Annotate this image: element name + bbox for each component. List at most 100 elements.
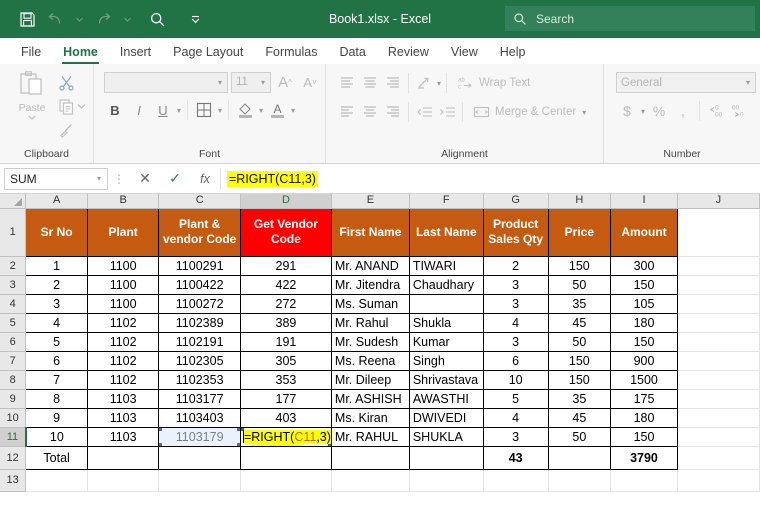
align-right-button[interactable] [382,101,404,123]
cell-f9[interactable]: AWASTHI [408,388,484,409]
cell-e6[interactable]: Mr. Sudesh [330,331,410,352]
cell-e11[interactable]: Mr. RAHUL [330,426,410,447]
cell-h6[interactable]: 50 [547,331,612,352]
font-name-chevron-down-icon[interactable]: ▾ [217,78,223,87]
cell-h13[interactable] [548,469,612,492]
tab-insert[interactable]: Insert [109,42,162,64]
column-header-g[interactable]: G [483,194,549,209]
cell-j6[interactable] [677,332,760,352]
row-header-4[interactable]: 4 [0,294,27,314]
cell-g7[interactable]: 6 [482,350,549,371]
tab-formulas[interactable]: Formulas [254,42,328,64]
cell-h9[interactable]: 35 [547,388,612,409]
fill-color-button[interactable] [234,99,256,121]
cell-g8[interactable]: 10 [482,369,549,390]
cell-a8[interactable]: 7 [25,369,88,390]
underline-chevron-down-icon[interactable]: ▾ [176,106,182,115]
percent-button[interactable]: % [648,100,670,122]
cancel-formula-button[interactable]: ✕ [130,168,160,190]
align-left-button[interactable] [336,101,358,123]
italic-button[interactable]: I [128,99,150,121]
cell-g13[interactable] [483,469,549,492]
column-header-a[interactable]: A [25,194,88,209]
cell-a2[interactable]: 1 [25,255,88,276]
cell-g12-total-qty[interactable]: 43 [482,445,549,470]
cell-d10[interactable]: 403 [239,407,332,428]
cell-i11[interactable]: 150 [610,426,678,447]
cell-e10[interactable]: Ms. Kiran [330,407,410,428]
cell-h11[interactable]: 50 [547,426,612,447]
align-middle-button[interactable] [359,72,381,94]
cell-j4[interactable] [677,294,760,314]
increase-decimal-button[interactable]: 0 00 [705,100,727,122]
cell-g5[interactable]: 4 [482,312,549,333]
cell-d11-editing[interactable]: =RIGHT(C11,3) [239,426,332,447]
enter-formula-button[interactable]: ✓ [160,168,190,190]
row-header-12[interactable]: 12 [0,446,27,470]
cell-d6[interactable]: 191 [239,331,332,352]
cell-h10[interactable]: 45 [547,407,612,428]
select-all-corner[interactable] [0,194,27,209]
cell-g4[interactable]: 3 [482,293,549,314]
cell-i3[interactable]: 150 [610,274,678,295]
cell-e7[interactable]: Ms. Reena [330,350,410,371]
format-painter-button[interactable] [58,120,86,140]
cell-i8[interactable]: 1500 [610,369,678,390]
cell-a11[interactable]: 10 [25,426,88,447]
cell-h12[interactable] [547,445,612,470]
orientation-chevron-down-icon[interactable]: ▾ [436,79,442,88]
cell-i2[interactable]: 300 [610,255,678,276]
cell-i13[interactable] [610,469,678,492]
cell-e4[interactable]: Ms. Suman [330,293,410,314]
row-header-6[interactable]: 6 [0,332,27,352]
number-format-chevron-down-icon[interactable]: ▾ [745,78,751,87]
cell-g11[interactable]: 3 [482,426,549,447]
cell-c6[interactable]: 1102191 [158,331,241,352]
cell-a13[interactable] [25,469,88,492]
shrink-font-button[interactable]: A ˅ [299,71,321,93]
orientation-button[interactable] [413,72,435,94]
cell-d5[interactable]: 389 [239,312,332,333]
copy-button[interactable] [58,96,86,116]
font-size-chevron-down-icon[interactable]: ▾ [260,78,266,87]
cell-b9[interactable]: 1103 [86,388,160,409]
cell-d4[interactable]: 272 [239,293,332,314]
cell-f7[interactable]: Singh [408,350,484,371]
cell-e9[interactable]: Mr. ASHISH [330,388,410,409]
name-box-chevron-down-icon[interactable]: ▾ [96,174,102,183]
cell-c13[interactable] [158,469,241,492]
increase-indent-button[interactable] [436,101,458,123]
cell-e3[interactable]: Mr. Jitendra [330,274,410,295]
cell-i12-total-amount[interactable]: 3790 [610,445,678,470]
cell-g9[interactable]: 5 [482,388,549,409]
cell-b11[interactable]: 1103 [86,426,160,447]
cell-i4[interactable]: 105 [610,293,678,314]
cell-b12[interactable] [86,445,160,470]
tab-file[interactable]: File [10,42,52,64]
row-header-9[interactable]: 9 [0,389,27,409]
cell-i10[interactable]: 180 [610,407,678,428]
row-header-2[interactable]: 2 [0,256,27,276]
column-header-h[interactable]: H [548,194,612,209]
undo-dropdown-icon[interactable] [70,6,88,32]
undo-icon[interactable] [42,6,68,32]
cell-e5[interactable]: Mr. Rahul [330,312,410,333]
wrap-text-button[interactable]: ab c Wrap Text [457,75,530,91]
decrease-indent-button[interactable] [413,101,435,123]
cell-d2[interactable]: 291 [239,255,332,276]
cell-g3[interactable]: 3 [482,274,549,295]
cell-g6[interactable]: 3 [482,331,549,352]
cell-c10[interactable]: 1103403 [158,407,241,428]
cell-c5[interactable]: 1102389 [158,312,241,333]
paste-button[interactable]: Paste [6,68,58,121]
tab-review[interactable]: Review [377,42,440,64]
cell-h5[interactable]: 45 [547,312,612,333]
cell-h8[interactable]: 150 [547,369,612,390]
cut-button[interactable] [58,72,86,92]
column-header-b[interactable]: B [87,194,160,209]
cell-f6[interactable]: Kumar [408,331,484,352]
save-icon[interactable] [14,6,40,32]
row-header-3[interactable]: 3 [0,275,27,295]
cell-e2[interactable]: Mr. ANAND [330,255,410,276]
cell-j12[interactable] [677,446,760,470]
